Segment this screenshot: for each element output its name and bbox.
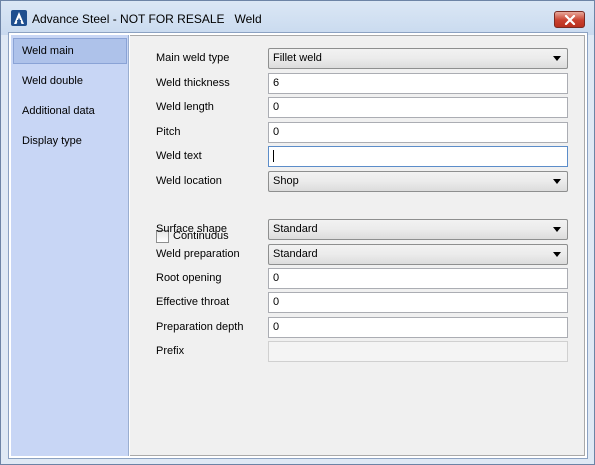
main-weld-type-label: Main weld type xyxy=(156,52,230,64)
weld-text-label: Weld text xyxy=(156,150,202,162)
prefix-label: Prefix xyxy=(156,345,185,357)
weld-thickness-input[interactable]: 6 xyxy=(268,73,568,94)
effective-throat-input[interactable]: 0 xyxy=(268,292,568,313)
weld-length-label: Weld length xyxy=(156,101,214,113)
sidebar: Weld main Weld double Additional data Di… xyxy=(11,35,129,456)
title-bar[interactable]: Advance Steel - NOT FOR RESALE Weld xyxy=(1,1,594,35)
pitch-label: Pitch xyxy=(156,126,181,138)
weld-length-input[interactable]: 0 xyxy=(268,97,568,118)
effective-throat-label: Effective throat xyxy=(156,296,230,308)
weld-location-value: Shop xyxy=(273,175,299,187)
prefix-input[interactable] xyxy=(268,341,568,362)
advance-steel-logo-icon xyxy=(11,10,27,26)
close-button[interactable] xyxy=(554,11,585,28)
sidebar-item-weld-main[interactable]: Weld main xyxy=(13,38,127,64)
weld-preparation-value: Standard xyxy=(273,248,318,260)
chevron-down-icon xyxy=(553,227,561,232)
sidebar-item-weld-double[interactable]: Weld double xyxy=(13,68,127,94)
weld-thickness-label: Weld thickness xyxy=(156,77,230,89)
window-title: Advance Steel - NOT FOR RESALE Weld xyxy=(32,12,262,26)
weld-preparation-label: Weld preparation xyxy=(156,248,240,260)
weld-location-select[interactable]: Shop xyxy=(268,171,568,192)
weld-location-label: Weld location xyxy=(156,175,222,187)
main-weld-type-select[interactable]: Fillet weld xyxy=(268,48,568,69)
root-opening-input[interactable]: 0 xyxy=(268,268,568,289)
sidebar-item-additional-data[interactable]: Additional data xyxy=(13,98,127,124)
chevron-down-icon xyxy=(553,179,561,184)
surface-shape-label: Surface shape xyxy=(156,223,227,235)
root-opening-label: Root opening xyxy=(156,272,222,284)
dialog-client-area: Weld main Weld double Additional data Di… xyxy=(8,32,588,459)
preparation-depth-label: Preparation depth xyxy=(156,321,244,333)
close-icon xyxy=(564,15,576,25)
surface-shape-value: Standard xyxy=(273,223,318,235)
chevron-down-icon xyxy=(553,252,561,257)
weld-preparation-select[interactable]: Standard xyxy=(268,244,568,265)
weld-text-input[interactable] xyxy=(268,146,568,167)
chevron-down-icon xyxy=(553,56,561,61)
dialog-window: Advance Steel - NOT FOR RESALE Weld Weld… xyxy=(0,0,595,465)
preparation-depth-input[interactable]: 0 xyxy=(268,317,568,338)
sidebar-item-display-type[interactable]: Display type xyxy=(13,128,127,154)
text-cursor xyxy=(273,150,274,163)
main-weld-type-value: Fillet weld xyxy=(273,52,322,64)
surface-shape-select[interactable]: Standard xyxy=(268,219,568,240)
weld-main-panel: Main weld type Fillet weld Weld thicknes… xyxy=(130,35,585,456)
pitch-input[interactable]: 0 xyxy=(268,122,568,143)
